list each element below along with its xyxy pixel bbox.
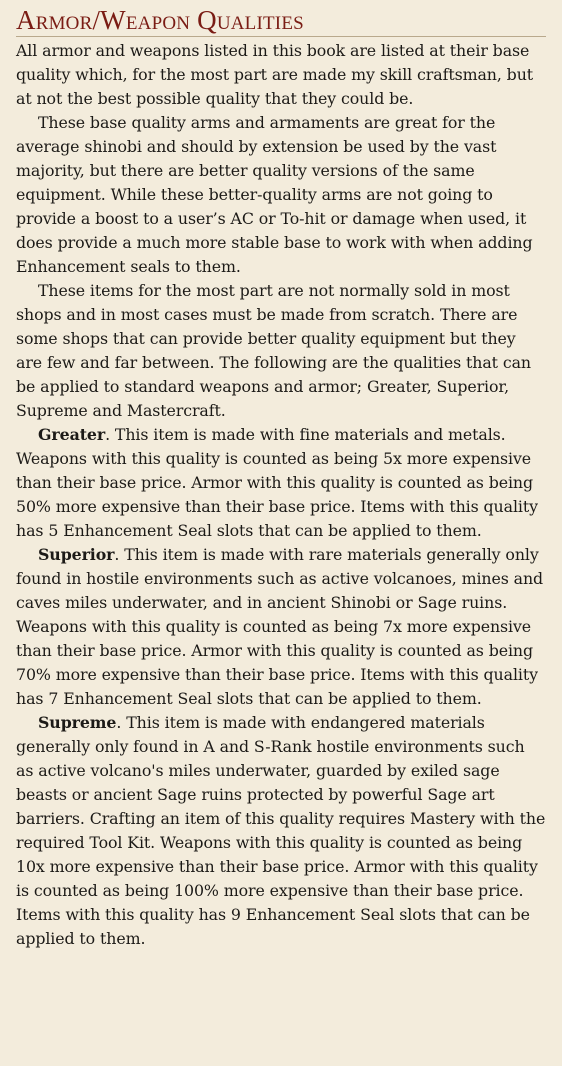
quality-superior-name: Superior <box>38 545 115 564</box>
quality-superior: Superior. This item is made with rare ma… <box>16 543 546 711</box>
title-divider <box>16 36 546 37</box>
quality-greater-name: Greater <box>38 425 106 444</box>
section-body: All armor and weapons listed in this boo… <box>16 39 546 951</box>
paragraph-base-quality: These base quality arms and armaments ar… <box>16 113 533 276</box>
quality-supreme: Supreme. This item is made with endanger… <box>16 711 546 951</box>
paragraph-shops: These items for the most part are not no… <box>16 281 531 420</box>
quality-superior-text: . This item is made with rare materials … <box>16 545 544 708</box>
document-page: Armor/Weapon Qualities All armor and wea… <box>0 0 562 1066</box>
section-title: Armor/Weapon Qualities <box>16 5 304 35</box>
quality-supreme-name: Supreme <box>38 713 117 732</box>
paragraph-intro: All armor and weapons listed in this boo… <box>16 41 534 108</box>
quality-greater: Greater. This item is made with fine mat… <box>16 423 546 543</box>
quality-supreme-text: . This item is made with endangered mate… <box>16 713 546 948</box>
